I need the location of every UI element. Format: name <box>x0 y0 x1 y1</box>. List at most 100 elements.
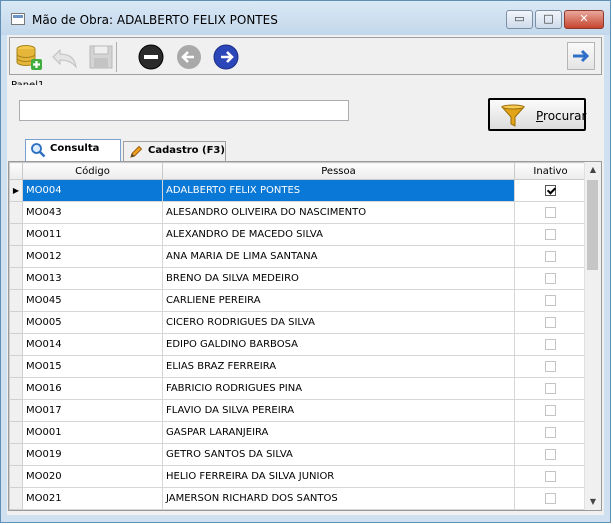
tab-consulta[interactable]: Consulta (F2) <box>25 139 121 172</box>
cell-codigo[interactable]: MO045 <box>22 289 163 312</box>
cell-pessoa[interactable]: BRENO DA SILVA MEDEIRO <box>162 267 515 290</box>
cell-codigo[interactable]: MO001 <box>22 421 163 444</box>
row-indicator[interactable] <box>9 267 23 290</box>
cell-codigo[interactable]: MO021 <box>22 487 163 510</box>
undo-icon[interactable] <box>50 42 80 72</box>
cell-codigo[interactable]: MO011 <box>22 223 163 246</box>
maximize-button[interactable]: □ <box>535 10 562 29</box>
column-header-codigo[interactable]: Código <box>22 162 163 180</box>
cell-codigo[interactable]: MO013 <box>22 267 163 290</box>
forward-icon[interactable] <box>211 42 241 72</box>
minimize-button[interactable]: ▭ <box>506 10 533 29</box>
table-row[interactable]: MO017 FLAVIO DA SILVA PEREIRA <box>9 399 587 422</box>
inativo-checkbox[interactable] <box>545 360 556 372</box>
cell-pessoa[interactable]: HELIO FERREIRA DA SILVA JUNIOR <box>162 465 515 488</box>
row-indicator[interactable] <box>9 443 23 466</box>
title-bar[interactable]: Mão de Obra: ADALBERTO FELIX PONTES ▭ □ … <box>1 1 610 35</box>
inativo-checkbox[interactable] <box>545 338 556 350</box>
save-icon[interactable] <box>86 42 117 72</box>
table-row[interactable]: MO020 HELIO FERREIRA DA SILVA JUNIOR <box>9 465 587 488</box>
table-row[interactable]: MO021 JAMERSON RICHARD DOS SANTOS <box>9 487 587 510</box>
cell-codigo[interactable]: MO020 <box>22 465 163 488</box>
row-indicator[interactable] <box>9 355 23 378</box>
cell-pessoa[interactable]: ALEXANDRO DE MACEDO SILVA <box>162 223 515 246</box>
inativo-checkbox[interactable] <box>545 382 556 394</box>
row-indicator[interactable] <box>9 311 23 334</box>
cell-pessoa[interactable]: CICERO RODRIGUES DA SILVA <box>162 311 515 334</box>
scroll-up-icon[interactable]: ▲ <box>585 162 601 178</box>
vertical-scrollbar[interactable]: ▲ ▼ <box>584 162 601 510</box>
column-header-inativo[interactable]: Inativo <box>514 162 587 180</box>
inativo-checkbox[interactable] <box>545 448 556 460</box>
row-indicator[interactable] <box>9 223 23 246</box>
table-row[interactable]: MO012 ANA MARIA DE LIMA SANTANA <box>9 245 587 268</box>
cell-pessoa[interactable]: CARLIENE PEREIRA <box>162 289 515 312</box>
cell-inativo <box>514 377 587 400</box>
cell-codigo[interactable]: MO004 <box>22 179 163 202</box>
table-row[interactable]: MO043 ALESANDRO OLIVEIRA DO NASCIMENTO <box>9 201 587 224</box>
scroll-down-icon[interactable]: ▼ <box>585 494 601 510</box>
inativo-checkbox[interactable] <box>545 228 556 240</box>
search-button[interactable]: Procurar <box>488 98 586 131</box>
cell-pessoa[interactable]: ELIAS BRAZ FERREIRA <box>162 355 515 378</box>
inativo-checkbox[interactable] <box>545 316 556 328</box>
cell-codigo[interactable]: MO015 <box>22 355 163 378</box>
row-indicator[interactable] <box>9 333 23 356</box>
inativo-checkbox[interactable] <box>545 426 556 438</box>
cell-codigo[interactable]: MO005 <box>22 311 163 334</box>
row-indicator[interactable] <box>9 399 23 422</box>
next-record-button[interactable] <box>567 42 595 70</box>
window-client-area: Panel1 Procurar Consulta (F2) <box>7 35 604 515</box>
database-add-icon[interactable] <box>14 42 44 72</box>
table-row[interactable]: MO016 FABRICIO RODRIGUES PINA <box>9 377 587 400</box>
inativo-checkbox[interactable] <box>545 184 556 196</box>
cell-pessoa[interactable]: JAMERSON RICHARD DOS SANTOS <box>162 487 515 510</box>
table-row[interactable]: MO019 GETRO SANTOS DA SILVA <box>9 443 587 466</box>
scroll-thumb[interactable] <box>587 180 598 270</box>
row-indicator[interactable] <box>9 377 23 400</box>
search-input[interactable] <box>19 100 349 121</box>
table-row[interactable]: MO001 GASPAR LARANJEIRA <box>9 421 587 444</box>
tab-cadastro[interactable]: Cadastro (F3) <box>123 141 226 161</box>
cell-pessoa[interactable]: ALESANDRO OLIVEIRA DO NASCIMENTO <box>162 201 515 224</box>
cell-pessoa[interactable]: ANA MARIA DE LIMA SANTANA <box>162 245 515 268</box>
cell-codigo[interactable]: MO016 <box>22 377 163 400</box>
row-indicator[interactable] <box>9 289 23 312</box>
inativo-checkbox[interactable] <box>545 470 556 482</box>
close-button[interactable]: ✕ <box>564 10 604 29</box>
row-indicator[interactable] <box>9 245 23 268</box>
cell-pessoa[interactable]: EDIPO GALDINO BARBOSA <box>162 333 515 356</box>
delete-icon[interactable] <box>136 42 166 72</box>
inativo-checkbox[interactable] <box>545 294 556 306</box>
cell-pessoa[interactable]: FABRICIO RODRIGUES PINA <box>162 377 515 400</box>
row-indicator[interactable] <box>9 487 23 510</box>
cell-codigo[interactable]: MO012 <box>22 245 163 268</box>
cell-pessoa[interactable]: FLAVIO DA SILVA PEREIRA <box>162 399 515 422</box>
cell-pessoa[interactable]: GETRO SANTOS DA SILVA <box>162 443 515 466</box>
cell-codigo[interactable]: MO043 <box>22 201 163 224</box>
table-row[interactable]: MO015 ELIAS BRAZ FERREIRA <box>9 355 587 378</box>
cell-pessoa[interactable]: GASPAR LARANJEIRA <box>162 421 515 444</box>
row-indicator[interactable]: ▶ <box>9 179 23 202</box>
table-row[interactable]: MO045 CARLIENE PEREIRA <box>9 289 587 312</box>
row-indicator[interactable] <box>9 421 23 444</box>
inativo-checkbox[interactable] <box>545 272 556 284</box>
cell-codigo[interactable]: MO019 <box>22 443 163 466</box>
table-row[interactable]: MO005 CICERO RODRIGUES DA SILVA <box>9 311 587 334</box>
inativo-checkbox[interactable] <box>545 206 556 218</box>
cell-codigo[interactable]: MO017 <box>22 399 163 422</box>
inativo-checkbox[interactable] <box>545 492 556 504</box>
cell-pessoa[interactable]: ADALBERTO FELIX PONTES <box>162 179 515 202</box>
records-grid[interactable]: Código Pessoa Inativo ▶ MO004 ADALBERTO FE… <box>8 161 602 511</box>
table-row[interactable]: MO014 EDIPO GALDINO BARBOSA <box>9 333 587 356</box>
row-indicator[interactable] <box>9 201 23 224</box>
table-row[interactable]: MO013 BRENO DA SILVA MEDEIRO <box>9 267 587 290</box>
column-header-pessoa[interactable]: Pessoa <box>162 162 515 180</box>
inativo-checkbox[interactable] <box>545 250 556 262</box>
table-row[interactable]: ▶ MO004 ADALBERTO FELIX PONTES <box>9 179 587 202</box>
inativo-checkbox[interactable] <box>545 404 556 416</box>
back-icon[interactable] <box>174 42 204 72</box>
row-indicator[interactable] <box>9 465 23 488</box>
table-row[interactable]: MO011 ALEXANDRO DE MACEDO SILVA <box>9 223 587 246</box>
cell-codigo[interactable]: MO014 <box>22 333 163 356</box>
